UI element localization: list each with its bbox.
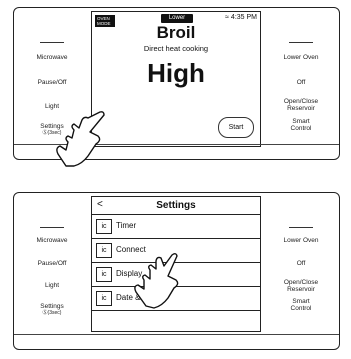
right-button-column: Lower Oven Off Open/Close Reservoir Smar… [263, 8, 339, 144]
off-button[interactable]: Off [263, 260, 339, 267]
microwave-button[interactable]: Microwave [14, 54, 90, 61]
divider [289, 227, 313, 228]
pause-off-button[interactable]: Pause/Off [14, 79, 90, 86]
touch-screen: OVEN MODE Lower ≈4:35 PM Broil Direct he… [91, 11, 261, 147]
wifi-icon: ≈ [225, 14, 229, 21]
hand-pointer-icon [56, 111, 105, 167]
lower-oven-button[interactable]: Lower Oven [263, 54, 339, 61]
mode-title: Broil [156, 23, 196, 42]
settings-row-timer[interactable]: ic Timer [92, 215, 260, 239]
settings-header: < Settings [92, 197, 260, 215]
smart-control-button[interactable]: Smart Control [263, 298, 339, 312]
right-button-column: Lower Oven Off Open/Close Reservoir Smar… [263, 193, 339, 329]
timer-icon: ic [96, 219, 112, 234]
lower-oven-pill: Lower [161, 14, 193, 23]
status-bar: ≈4:35 PM [225, 14, 257, 21]
settings-title: Settings [156, 200, 196, 211]
pause-off-button[interactable]: Pause/Off [14, 260, 90, 267]
display-icon: ic [96, 267, 112, 282]
open-close-reservoir-button[interactable]: Open/Close Reservoir [263, 98, 339, 112]
settings-label: Settings [40, 303, 64, 310]
open-close-reservoir-button[interactable]: Open/Close Reservoir [263, 279, 339, 293]
settings-button[interactable]: Settings Ⓢ(3sec) [14, 303, 90, 317]
divider [40, 42, 64, 43]
divider [289, 42, 313, 43]
light-button[interactable]: Light [14, 103, 90, 110]
row-label: Timer [116, 221, 137, 230]
mode-subtitle: Direct heat cooking [143, 44, 209, 53]
microwave-button[interactable]: Microwave [14, 237, 90, 244]
smart-control-button[interactable]: Smart Control [263, 118, 339, 132]
light-button[interactable]: Light [14, 282, 90, 289]
lower-oven-button[interactable]: Lower Oven [263, 237, 339, 244]
connect-icon: ic [96, 243, 112, 258]
off-button[interactable]: Off [263, 79, 339, 86]
divider [40, 227, 64, 228]
settings-hold-hint: Ⓢ(3sec) [42, 310, 62, 316]
panel-bottom-strip [14, 334, 339, 349]
broil-level[interactable]: High [92, 58, 260, 89]
start-button[interactable]: Start [218, 117, 254, 138]
date-time-icon: ic [96, 291, 112, 306]
left-button-column: Microwave Pause/Off Light Settings Ⓢ(3se… [14, 193, 90, 329]
hand-pointer-icon [134, 253, 179, 309]
clock: 4:35 PM [230, 14, 257, 21]
